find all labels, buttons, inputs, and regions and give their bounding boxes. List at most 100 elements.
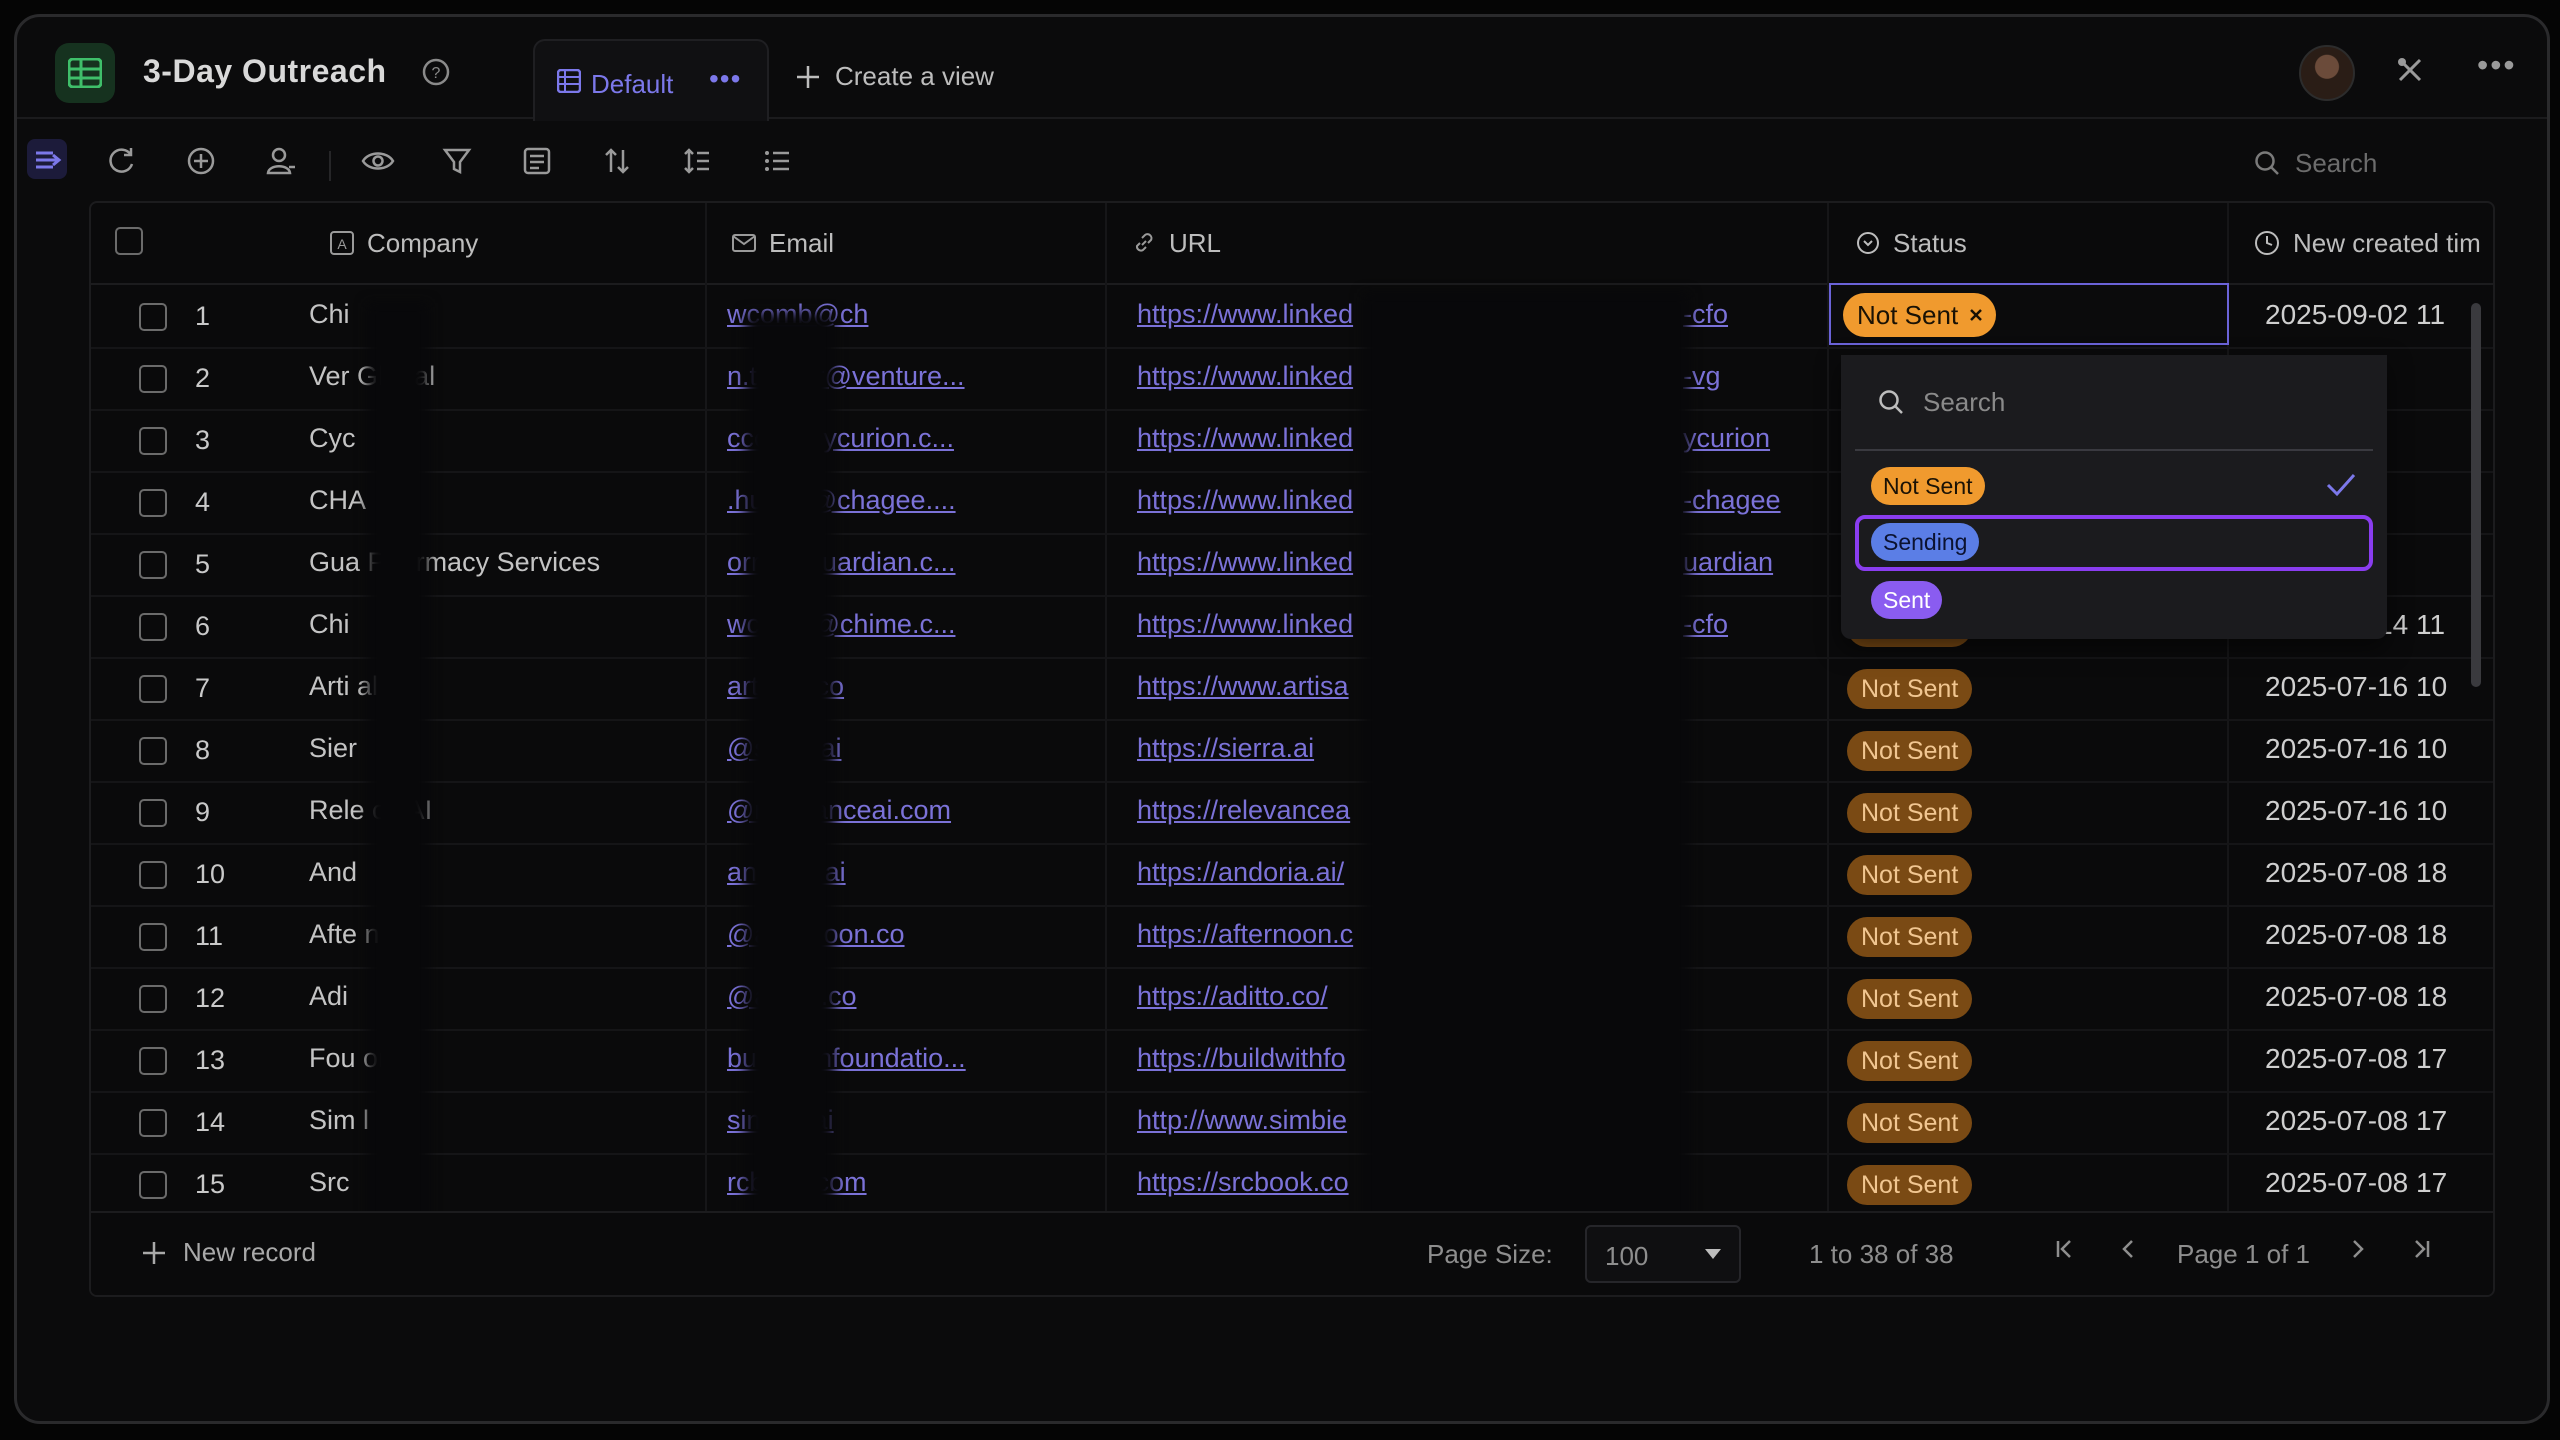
sort-icon[interactable] <box>601 145 633 177</box>
company-cell[interactable]: Sier <box>309 733 357 764</box>
url-link[interactable]: https://andoria.ai/ <box>1137 857 1344 888</box>
row-checkbox[interactable] <box>139 613 167 641</box>
url-link[interactable]: https://srcbook.co <box>1137 1167 1349 1198</box>
collaborator-icon[interactable] <box>265 145 297 177</box>
group-icon[interactable] <box>521 145 553 177</box>
row-checkbox[interactable] <box>139 799 167 827</box>
url-link-tail[interactable]: uardian <box>1683 547 1773 578</box>
row-checkbox[interactable] <box>139 985 167 1013</box>
table-row[interactable]: 8Sier@siera.aihttps://sierra.aiNot Sent2… <box>91 719 2493 783</box>
url-link-tail[interactable]: ycurion <box>1683 423 1770 454</box>
list-icon[interactable] <box>761 145 793 177</box>
status-tag[interactable]: Not Sent <box>1847 793 1973 833</box>
row-checkbox[interactable] <box>139 427 167 455</box>
option-not-sent[interactable]: Not Sent <box>1855 459 2373 515</box>
filter-icon[interactable] <box>441 145 473 177</box>
view-options-icon[interactable]: ••• <box>709 63 741 95</box>
help-icon[interactable]: ? <box>421 57 451 87</box>
table-row[interactable]: 13 Fou on buildwithfoundatio... https://bui… <box>91 1029 2493 1093</box>
row-checkbox[interactable] <box>139 1109 167 1137</box>
column-header-url[interactable]: URL <box>1131 203 1221 283</box>
row-checkbox[interactable] <box>139 551 167 579</box>
base-title[interactable]: 3-Day Outreach <box>143 53 387 90</box>
row-checkbox[interactable] <box>139 1047 167 1075</box>
url-link[interactable]: https://relevancea <box>1137 795 1350 826</box>
row-checkbox[interactable] <box>139 923 167 951</box>
option-sent[interactable]: Sent <box>1855 573 2373 629</box>
url-link[interactable]: https://www.linked <box>1137 423 1353 454</box>
url-link[interactable]: https://buildwithfo <box>1137 1043 1346 1074</box>
toolbar-search[interactable]: Search <box>2253 139 2483 187</box>
company-cell[interactable]: Cyc <box>309 423 356 454</box>
url-link[interactable]: https://www.linked <box>1137 361 1353 392</box>
status-tag[interactable]: Not Sent <box>1847 917 1973 957</box>
table-row[interactable]: 15Srcrcbook.comhttps://srcbook.coNot Sen… <box>91 1153 2493 1217</box>
create-view-button[interactable]: Create a view <box>795 61 994 92</box>
row-checkbox[interactable] <box>139 861 167 889</box>
tools-icon[interactable] <box>2395 55 2425 85</box>
status-tag[interactable]: Not Sent <box>1847 979 1973 1019</box>
table-row[interactable]: 10Andandoria.aihttps://andoria.ai/Not Se… <box>91 843 2493 907</box>
page-size-select[interactable]: 100 <box>1585 1225 1741 1283</box>
url-link[interactable]: http://www.simbie <box>1137 1105 1347 1136</box>
table-row[interactable]: 14Sim lsimbie.aihttp://www.simbieNot Sen… <box>91 1091 2493 1155</box>
url-link[interactable]: https://afternoon.c <box>1137 919 1353 950</box>
url-link[interactable]: https://www.linked <box>1137 485 1353 516</box>
status-tag[interactable]: Not Sent <box>1847 669 1973 709</box>
first-page-icon[interactable] <box>2053 1235 2077 1263</box>
view-tab-default[interactable]: Default ••• <box>533 39 769 121</box>
status-cell-editing[interactable]: Not Sent <box>1829 283 2229 345</box>
url-link-tail[interactable]: -chagee <box>1683 485 1781 516</box>
refresh-icon[interactable] <box>105 145 137 177</box>
company-cell[interactable]: Chi <box>309 299 350 330</box>
remove-tag-icon[interactable] <box>1968 307 1984 323</box>
status-tag[interactable]: Not Sent <box>1847 731 1973 771</box>
row-checkbox[interactable] <box>139 365 167 393</box>
column-header-company[interactable]: A Company <box>329 203 478 283</box>
url-link[interactable]: https://www.linked <box>1137 609 1353 640</box>
status-tag[interactable]: Not Sent <box>1847 1041 1973 1081</box>
row-checkbox[interactable] <box>139 737 167 765</box>
url-link-tail[interactable]: -cfo <box>1683 299 1728 330</box>
company-cell[interactable]: Gua Pharmacy Services <box>309 547 600 578</box>
column-header-email[interactable]: Email <box>731 203 834 283</box>
more-options-icon[interactable]: ••• <box>2477 47 2517 84</box>
url-link[interactable]: https://www.artisa <box>1137 671 1349 702</box>
table-row[interactable]: 9Rele ce AI@relevanceai.comhttps://relev… <box>91 781 2493 845</box>
url-link[interactable]: https://www.linked <box>1137 547 1353 578</box>
table-row[interactable]: 7Arti alartisan.cohttps://www.artisaNot … <box>91 657 2493 721</box>
row-checkbox[interactable] <box>139 303 167 331</box>
company-cell[interactable]: And <box>309 857 357 888</box>
select-all-checkbox[interactable] <box>115 227 143 255</box>
company-cell[interactable]: Src <box>309 1167 350 1198</box>
company-cell[interactable]: Sim l <box>309 1105 369 1136</box>
column-header-created-time[interactable]: New created tim <box>2253 203 2481 283</box>
company-cell[interactable]: Adi <box>309 981 348 1012</box>
table-row[interactable]: 11Afte n.co@afternoon.cohttps://afternoo… <box>91 905 2493 969</box>
option-sending[interactable]: Sending <box>1855 515 2373 571</box>
column-header-status[interactable]: Status <box>1855 203 1967 283</box>
next-page-icon[interactable] <box>2345 1235 2369 1263</box>
status-tag[interactable]: Not Sent <box>1847 1165 1973 1205</box>
sidebar-toggle-icon[interactable] <box>33 145 63 175</box>
row-checkbox[interactable] <box>139 1171 167 1199</box>
new-record-button[interactable]: New record <box>141 1237 316 1268</box>
table-row[interactable]: 12Adi@aditto.cohttps://aditto.co/Not Sen… <box>91 967 2493 1031</box>
url-link[interactable]: https://sierra.ai <box>1137 733 1314 764</box>
company-cell[interactable]: CHA <box>309 485 366 516</box>
vertical-scrollbar[interactable] <box>2471 303 2481 687</box>
hide-fields-icon[interactable] <box>361 145 395 177</box>
user-avatar[interactable] <box>2299 45 2355 101</box>
url-link-tail[interactable]: -cfo <box>1683 609 1728 640</box>
company-cell[interactable]: Chi <box>309 609 350 640</box>
row-checkbox[interactable] <box>139 489 167 517</box>
row-height-icon[interactable] <box>681 145 713 177</box>
add-field-icon[interactable] <box>185 145 217 177</box>
dropdown-search-input[interactable]: Search <box>1855 355 2373 451</box>
last-page-icon[interactable] <box>2409 1235 2433 1263</box>
url-link[interactable]: https://aditto.co/ <box>1137 981 1328 1012</box>
status-tag[interactable]: Not Sent <box>1847 855 1973 895</box>
row-checkbox[interactable] <box>139 675 167 703</box>
prev-page-icon[interactable] <box>2117 1235 2141 1263</box>
status-tag[interactable]: Not Sent <box>1847 1103 1973 1143</box>
